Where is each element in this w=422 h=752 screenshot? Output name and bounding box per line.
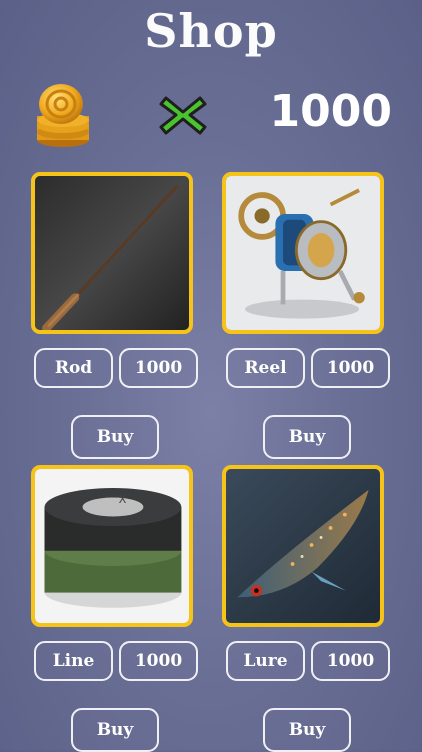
lure-image-card[interactable] xyxy=(222,465,384,627)
rod-name-label: Rod xyxy=(34,348,113,388)
page-title: Shop xyxy=(144,4,278,58)
lure-buy-button[interactable]: Buy xyxy=(263,708,351,752)
coin-balance: 1000 xyxy=(269,86,392,137)
rod-image-card[interactable] xyxy=(31,172,193,334)
gold-coins-icon xyxy=(33,82,91,148)
fishing-rod-image xyxy=(35,176,189,330)
fish-lure-image xyxy=(226,469,380,623)
reel-image-card[interactable] xyxy=(222,172,384,334)
green-x-icon xyxy=(158,92,208,138)
line-buy-button[interactable]: Buy xyxy=(71,708,159,752)
line-name-label: Line xyxy=(34,641,113,681)
reel-price-label: 1000 xyxy=(311,348,390,388)
fishing-line-spool-image: X xyxy=(35,469,189,623)
reel-name-label: Reel xyxy=(226,348,305,388)
reel-buy-button[interactable]: Buy xyxy=(263,415,351,459)
rod-price-label: 1000 xyxy=(119,348,198,388)
line-image-card[interactable]: X xyxy=(31,465,193,627)
lure-price-label: 1000 xyxy=(311,641,390,681)
lure-name-label: Lure xyxy=(226,641,305,681)
fishing-reel-image xyxy=(226,176,380,330)
svg-text:X: X xyxy=(119,492,127,506)
rod-buy-button[interactable]: Buy xyxy=(71,415,159,459)
line-price-label: 1000 xyxy=(119,641,198,681)
